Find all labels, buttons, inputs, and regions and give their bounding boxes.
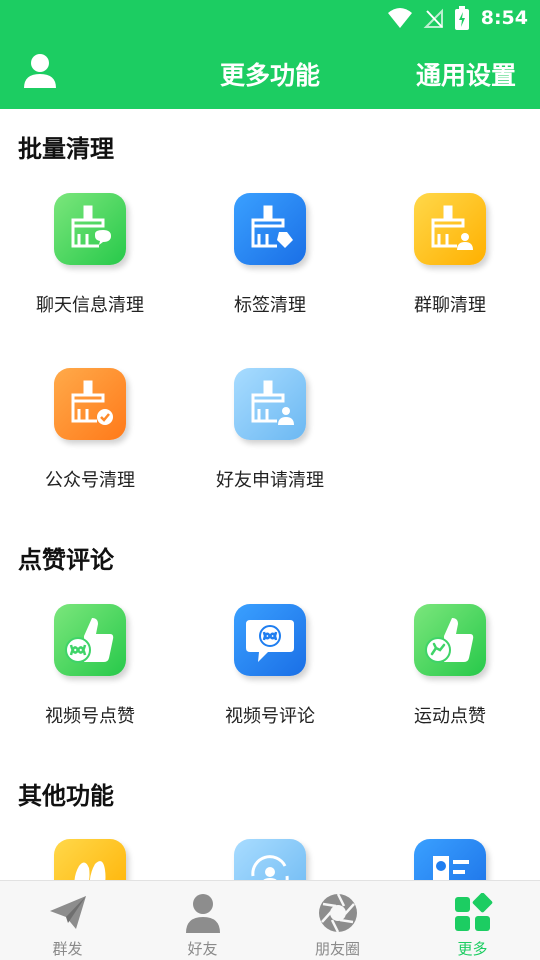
- aperture-icon: [316, 891, 360, 935]
- general-settings-button[interactable]: 通用设置: [416, 56, 516, 92]
- status-time: 8:54: [480, 7, 528, 29]
- person-icon: [181, 891, 225, 935]
- contacts-faces-icon: [54, 839, 126, 880]
- section-title-other-features: 其他功能: [18, 782, 114, 810]
- broom-group-icon: [414, 193, 486, 265]
- broom-chat-icon: [54, 193, 126, 265]
- battery-charging-icon: [454, 6, 469, 30]
- tile-label: 聊天信息清理: [36, 295, 144, 316]
- nav-label: 好友: [187, 940, 218, 958]
- nav-label: 朋友圈: [314, 940, 360, 958]
- tile-channels-like[interactable]: 视频号点赞: [0, 604, 180, 754]
- status-bar: 8:54: [387, 4, 528, 32]
- no-signal-icon: [423, 7, 445, 29]
- section-title-batch-clean: 批量清理: [18, 135, 114, 163]
- user-refresh-icon: [234, 839, 306, 880]
- tile-channels-comment[interactable]: 视频号评论: [180, 604, 360, 754]
- grid-more-icon: [451, 891, 495, 935]
- tile-label: 视频号点赞: [45, 706, 135, 727]
- comment-channels-icon: [234, 604, 306, 676]
- tile-label: 运动点赞: [414, 706, 486, 727]
- tile-group-clean[interactable]: 群聊清理: [360, 193, 540, 343]
- nav-label: 更多: [457, 940, 488, 958]
- tile-label: 好友申请清理: [216, 470, 324, 491]
- nav-tab-broadcast[interactable]: 群发: [0, 881, 135, 960]
- app-header: 8:54 更多功能 通用设置: [0, 0, 540, 109]
- broom-add-friend-icon: [234, 368, 306, 440]
- section-title-like-comment: 点赞评论: [18, 546, 114, 574]
- paper-plane-icon: [46, 891, 90, 935]
- tile-other-1[interactable]: [0, 839, 180, 880]
- tile-label: 公众号清理: [45, 470, 135, 491]
- user-list-icon: [414, 839, 486, 880]
- tile-tag-clean[interactable]: 标签清理: [180, 193, 360, 343]
- tile-label: 群聊清理: [414, 295, 486, 316]
- bottom-navigation: 群发 好友 朋友圈 更多: [0, 880, 540, 960]
- feature-list[interactable]: 批量清理 聊天信息清理 标签清理 群聊清理 公众号清理 好友申请清理 点赞评论: [0, 109, 540, 880]
- tile-friend-request-clean[interactable]: 好友申请清理: [180, 368, 360, 518]
- broom-verified-icon: [54, 368, 126, 440]
- tile-chat-clean[interactable]: 聊天信息清理: [0, 193, 180, 343]
- thumbs-up-channels-icon: [54, 604, 126, 676]
- nav-tab-moments[interactable]: 朋友圈: [270, 881, 405, 960]
- broom-tag-icon: [234, 193, 306, 265]
- thumbs-up-sport-icon: [414, 604, 486, 676]
- tile-other-3[interactable]: [360, 839, 540, 880]
- nav-tab-more[interactable]: 更多: [405, 881, 540, 960]
- user-icon: [22, 52, 58, 92]
- tile-sport-like[interactable]: 运动点赞: [360, 604, 540, 754]
- wifi-icon: [387, 7, 413, 29]
- nav-label: 群发: [52, 940, 83, 958]
- profile-button[interactable]: [20, 52, 60, 92]
- nav-tab-friends[interactable]: 好友: [135, 881, 270, 960]
- tile-label: 标签清理: [234, 295, 306, 316]
- tile-other-2[interactable]: [180, 839, 360, 880]
- tile-label: 视频号评论: [225, 706, 315, 727]
- tile-official-account-clean[interactable]: 公众号清理: [0, 368, 180, 518]
